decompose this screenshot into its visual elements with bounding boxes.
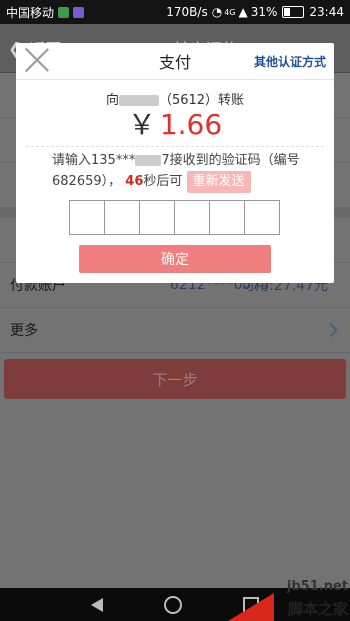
watermark-name: 脚本之家 [287, 600, 348, 618]
signal-icon: ▲ [238, 5, 248, 19]
transfer-account: （5612）转账 [158, 93, 245, 108]
code-digit-box[interactable] [244, 200, 280, 235]
sms-serial: 682659）， [52, 174, 122, 189]
next-button[interactable]: 下一步 [4, 359, 346, 399]
network-speed: 170B/s [166, 5, 208, 19]
carrier: 中国移动 [6, 5, 55, 20]
payment-dialog: 支付 其他认证方式 向 （5612）转账 ￥ 1.66 请输入135*** 7接收到的… [16, 43, 334, 283]
sms-instruction: 请输入135*** 7接收到的验证码（编号 682659）， 46秒后可 重新发送 [16, 147, 334, 193]
alt-auth-link[interactable]: 其他认证方式 [254, 53, 326, 70]
message-icon [58, 6, 70, 18]
close-icon[interactable] [24, 47, 50, 73]
countdown-suffix: 秒后可 [143, 174, 183, 189]
transfer-prefix: 向 [105, 93, 119, 108]
masked-name [118, 95, 159, 106]
dialog-header: 支付 其他认证方式 [16, 43, 334, 80]
battery-icon [282, 6, 305, 18]
watermark: jb51.net 脚本之家 [228, 579, 348, 621]
sms-prefix: 请输入135*** [52, 153, 136, 168]
more-row[interactable]: 更多 [0, 308, 350, 353]
resend-button[interactable]: 重新发送 [186, 171, 251, 193]
code-digit-box[interactable] [139, 200, 175, 235]
code-digit-box[interactable] [174, 200, 210, 235]
chevron-right-icon [323, 322, 339, 338]
more-label: 更多 [10, 323, 38, 339]
amount: ￥ 1.66 [16, 110, 334, 140]
watermark-site: jb51.net [286, 579, 348, 594]
clock: 23:44 [309, 5, 344, 19]
nav-home-icon[interactable] [163, 595, 182, 614]
network-type: 4G [224, 7, 236, 17]
countdown-seconds: 46 [125, 174, 144, 189]
code-digit-box[interactable] [69, 200, 105, 235]
dialog-title: 支付 [158, 53, 191, 72]
nav-back-icon[interactable] [90, 597, 103, 612]
code-input[interactable] [16, 200, 334, 235]
wifi-icon: ◔ [211, 5, 223, 19]
currency-symbol: ￥ [127, 108, 156, 141]
sms-suffix: 7接收到的验证码（编号 [161, 153, 300, 168]
amount-value: 1.66 [159, 108, 223, 141]
status-bar: 中国移动 170B/s ◔ 4G ▲ 31% 23:44 [0, 0, 350, 24]
code-digit-box[interactable] [209, 200, 245, 235]
app-icon [73, 6, 85, 18]
transfer-line: 向 （5612）转账 [16, 89, 334, 108]
code-digit-box[interactable] [104, 200, 140, 235]
confirm-button[interactable]: 确定 [79, 245, 271, 273]
watermark-triangle-icon [228, 593, 274, 621]
battery-percent: 31% [250, 5, 278, 19]
masked-phone [135, 155, 162, 166]
